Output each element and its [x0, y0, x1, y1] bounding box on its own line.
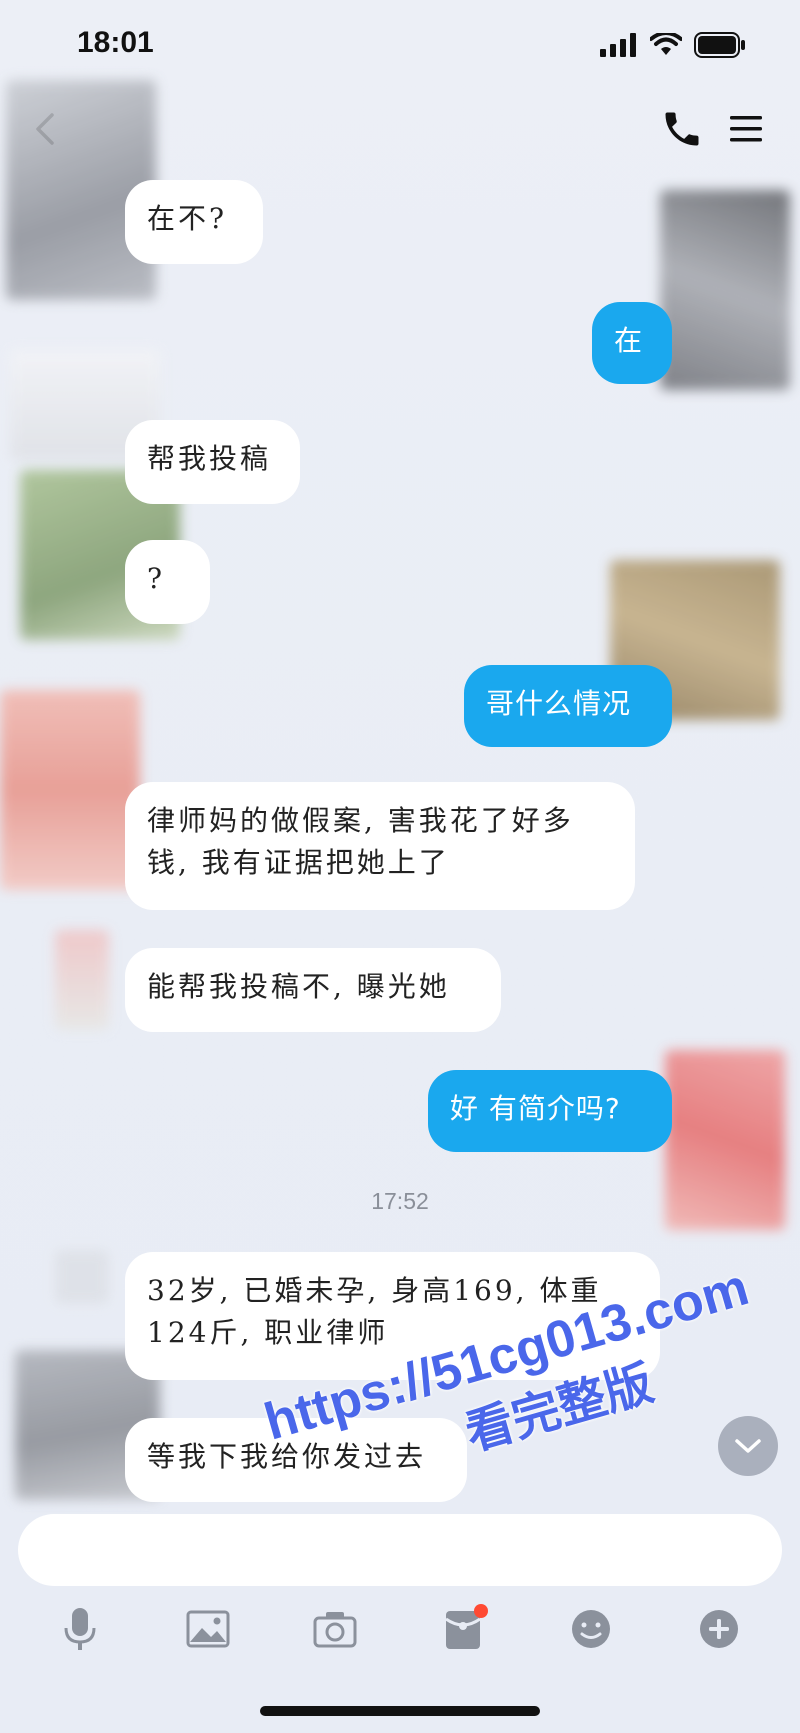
signal-icon — [600, 33, 636, 57]
phone-icon — [665, 112, 699, 146]
voice-button[interactable] — [55, 1604, 105, 1654]
camera-button[interactable] — [310, 1604, 360, 1654]
avatar-contact[interactable] — [0, 690, 140, 890]
message-outgoing[interactable]: 哥什么情况 — [464, 665, 672, 747]
message-outgoing[interactable]: 在 — [592, 302, 672, 384]
image-icon — [186, 1610, 230, 1648]
message-incoming[interactable]: 能帮我投稿不, 曝光她 — [125, 948, 501, 1032]
call-button[interactable] — [660, 107, 704, 151]
emoji-icon — [572, 1610, 610, 1648]
camera-icon — [313, 1612, 357, 1648]
menu-button[interactable] — [726, 109, 766, 149]
wifi-icon — [650, 33, 682, 55]
more-button[interactable] — [694, 1604, 744, 1654]
message-incoming[interactable]: 在不? — [125, 180, 263, 264]
mic-icon — [64, 1608, 96, 1650]
emoji-button[interactable] — [566, 1604, 616, 1654]
plus-icon — [700, 1610, 738, 1648]
message-timestamp: 17:52 — [371, 1188, 429, 1214]
status-icons — [600, 32, 746, 58]
message-outgoing[interactable]: 好 有简介吗? — [428, 1070, 672, 1152]
image-button[interactable] — [183, 1604, 233, 1654]
message-incoming[interactable]: 帮我投稿 — [125, 420, 300, 504]
status-bar: 18:01 — [0, 0, 800, 90]
red-packet-button[interactable] — [438, 1604, 488, 1654]
avatar-self[interactable] — [660, 190, 790, 390]
message-incoming[interactable]: ? — [125, 540, 210, 624]
home-indicator[interactable] — [260, 1706, 540, 1716]
message-incoming[interactable]: 律师妈的做假案, 害我花了好多钱, 我有证据把她上了 — [125, 782, 635, 910]
hamburger-menu-icon — [730, 116, 762, 142]
avatar-contact[interactable] — [55, 930, 109, 1030]
input-toolbar — [0, 1596, 800, 1666]
notification-dot — [474, 1604, 488, 1618]
clock: 18:01 — [77, 26, 154, 59]
avatar-contact[interactable] — [55, 1250, 109, 1304]
battery-icon — [694, 32, 745, 58]
